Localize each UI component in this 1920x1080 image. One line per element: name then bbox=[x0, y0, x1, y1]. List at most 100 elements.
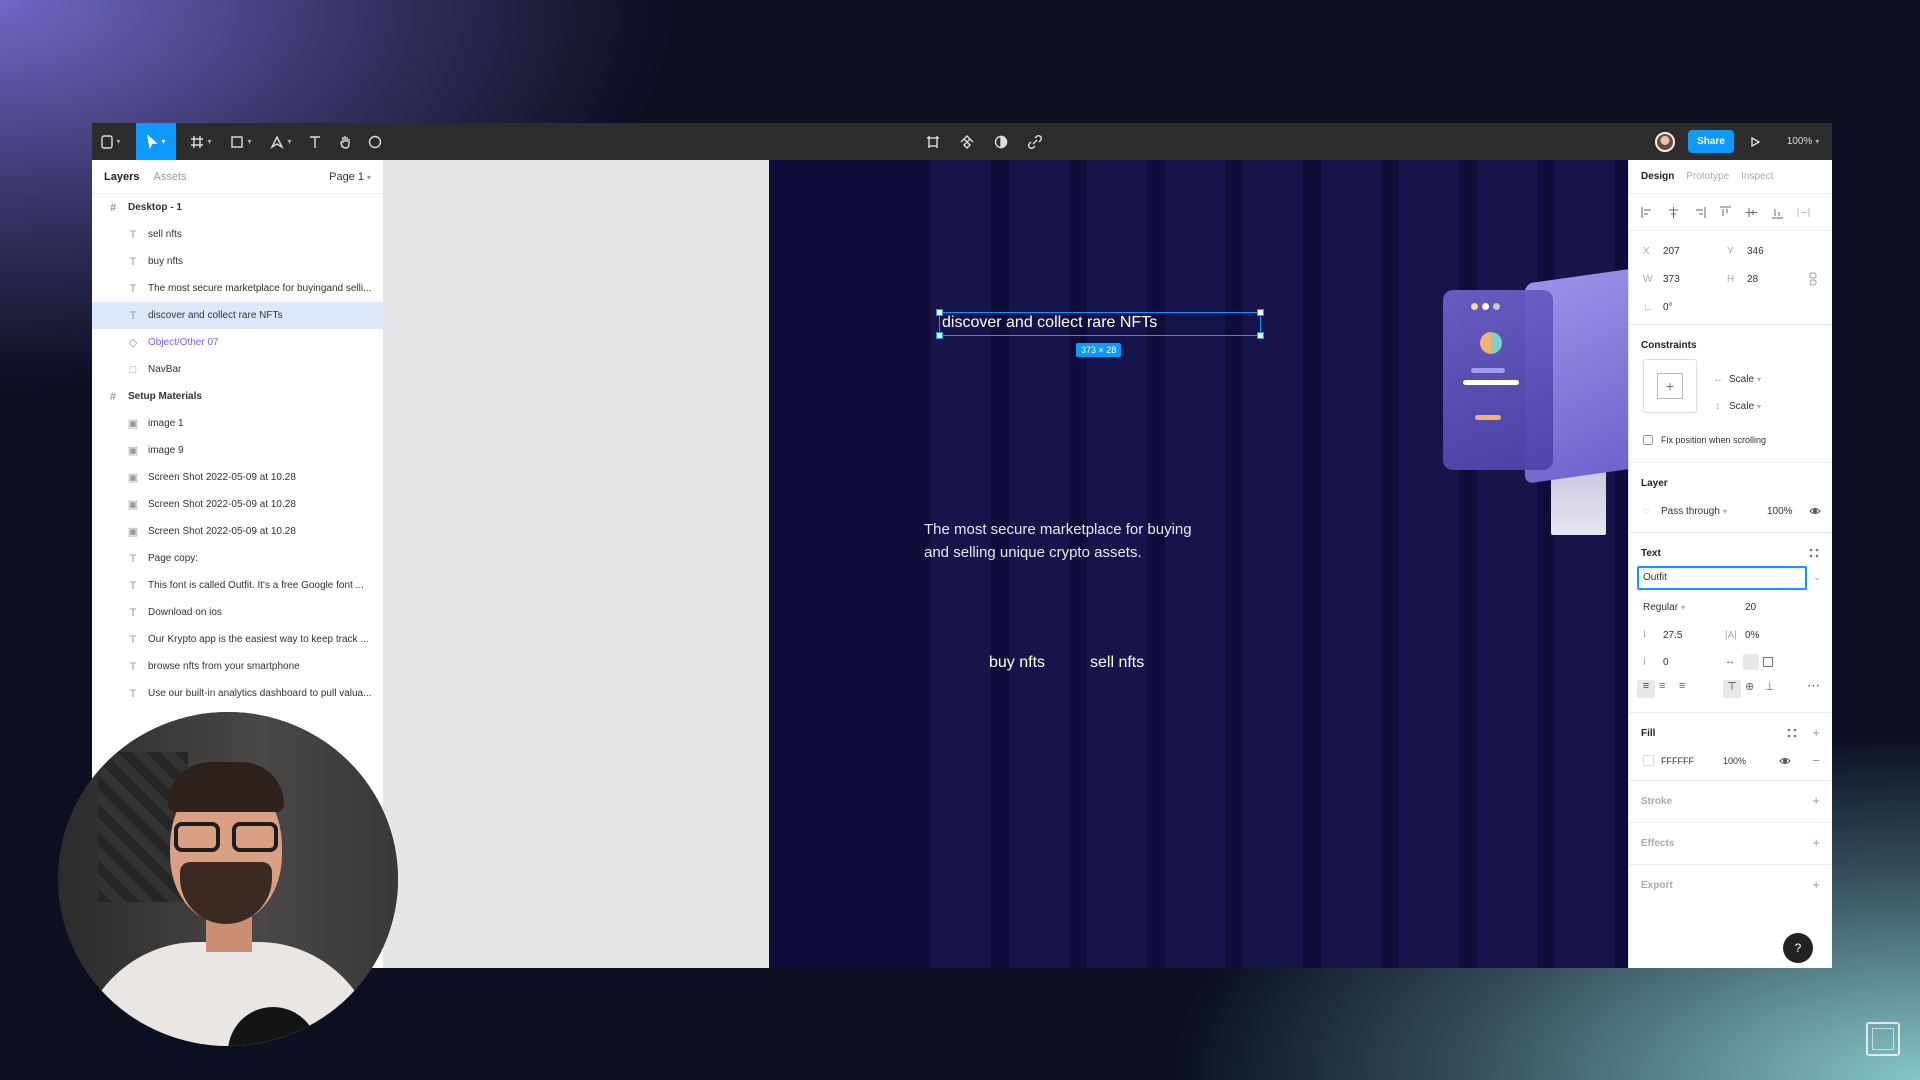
horizontal-constraint-select[interactable]: Scale ▾ bbox=[1729, 374, 1761, 385]
canvas-empty-area[interactable] bbox=[384, 160, 769, 968]
height-input[interactable]: 28 bbox=[1747, 274, 1758, 285]
y-input[interactable]: 346 bbox=[1747, 246, 1764, 257]
layer-item[interactable]: Tbuy nfts bbox=[92, 248, 384, 275]
fill-opacity-input[interactable]: 100% bbox=[1723, 756, 1746, 766]
resize-handle[interactable] bbox=[1257, 309, 1264, 316]
letter-spacing-input[interactable]: 0% bbox=[1745, 630, 1759, 641]
align-center-icon[interactable] bbox=[1667, 206, 1680, 219]
paragraph-spacing-input[interactable]: 0 bbox=[1663, 657, 1669, 668]
comment-tool-button[interactable] bbox=[362, 123, 388, 160]
layer-item[interactable]: ◇ Object/Other 07 bbox=[92, 329, 384, 356]
vertical-constraint-select[interactable]: Scale ▾ bbox=[1729, 401, 1761, 412]
align-text-left-icon[interactable]: ≡ bbox=[1637, 680, 1655, 698]
align-text-middle-icon[interactable]: ⊕ bbox=[1745, 680, 1754, 693]
tab-layers[interactable]: Layers bbox=[104, 171, 139, 183]
share-button[interactable]: Share bbox=[1688, 123, 1734, 160]
fill-styles-icon[interactable] bbox=[1787, 728, 1797, 738]
add-stroke-icon[interactable]: + bbox=[1812, 793, 1820, 808]
component-button[interactable] bbox=[954, 123, 980, 160]
layer-item[interactable]: ▣ Screen Shot 2022-05-09 at 10.28 bbox=[92, 518, 384, 545]
layer-item[interactable]: Tsell nfts bbox=[92, 221, 384, 248]
frame-tool-button[interactable]: ▾ bbox=[184, 123, 218, 160]
shape-tool-button[interactable]: ▾ bbox=[224, 123, 258, 160]
font-style-select[interactable]: Regular ▾ bbox=[1643, 602, 1685, 613]
blend-mode-select[interactable]: Pass through ▾ bbox=[1661, 506, 1727, 517]
mask-button[interactable] bbox=[988, 123, 1014, 160]
sell-nfts-text[interactable]: sell nfts bbox=[1090, 654, 1144, 672]
add-export-icon[interactable]: + bbox=[1812, 877, 1820, 892]
align-text-center-icon[interactable]: ≡ bbox=[1659, 680, 1665, 692]
line-height-input[interactable]: 27.5 bbox=[1663, 630, 1682, 641]
present-button[interactable] bbox=[1744, 123, 1766, 160]
constraints-widget[interactable]: + bbox=[1643, 359, 1697, 413]
layer-item[interactable]: T Use our built-in analytics dashboard to… bbox=[92, 680, 384, 707]
buy-nfts-text[interactable]: buy nfts bbox=[989, 654, 1045, 672]
layer-item[interactable]: ▣ Screen Shot 2022-05-09 at 10.28 bbox=[92, 464, 384, 491]
tab-inspect[interactable]: Inspect bbox=[1741, 171, 1773, 182]
text-tool-button[interactable] bbox=[302, 123, 328, 160]
layer-item[interactable]: Tdiscover and collect rare NFTs bbox=[92, 302, 384, 329]
crop-button[interactable] bbox=[920, 123, 946, 160]
align-text-right-icon[interactable]: ≡ bbox=[1679, 680, 1685, 692]
computer-illustration[interactable] bbox=[1443, 268, 1628, 560]
layer-item[interactable]: T Our Krypto app is the easiest way to ke… bbox=[92, 626, 384, 653]
more-options-icon[interactable]: ⋯ bbox=[1807, 678, 1820, 694]
layer-item[interactable]: T Page copy: bbox=[92, 545, 384, 572]
user-avatar[interactable] bbox=[1651, 123, 1679, 160]
link-button[interactable] bbox=[1022, 123, 1048, 160]
layer-item[interactable]: # Setup Materials bbox=[92, 383, 384, 410]
layer-item[interactable]: T Download on ios bbox=[92, 599, 384, 626]
zoom-dropdown[interactable]: 100% ▾ bbox=[1782, 123, 1824, 160]
resize-handle[interactable] bbox=[936, 309, 943, 316]
headline-selection[interactable]: discover and collect rare NFTs bbox=[936, 309, 1264, 339]
layer-item[interactable]: ▣ image 9 bbox=[92, 437, 384, 464]
figma-menu-button[interactable]: ▾ bbox=[96, 123, 126, 160]
layer-item[interactable]: T The most secure marketplace for buyinga… bbox=[92, 275, 384, 302]
layer-item[interactable]: ▣ Screen Shot 2022-05-09 at 10.28 bbox=[92, 491, 384, 518]
align-bottom-icon[interactable] bbox=[1771, 206, 1784, 219]
align-text-bottom-icon[interactable]: ⊥ bbox=[1765, 680, 1775, 693]
desktop-frame[interactable]: discover and collect rare NFTs 373 × 28 … bbox=[769, 160, 1628, 968]
hero-subtitle[interactable]: The most secure marketplace for buying a… bbox=[924, 518, 1254, 564]
remove-fill-icon[interactable]: − bbox=[1812, 753, 1820, 768]
tab-design[interactable]: Design bbox=[1641, 171, 1674, 182]
align-text-top-icon[interactable]: ⊤ bbox=[1723, 680, 1741, 698]
pen-tool-button[interactable]: ▾ bbox=[264, 123, 298, 160]
layer-item[interactable]: Tbrowse nfts from your smartphone bbox=[92, 653, 384, 680]
tab-assets[interactable]: Assets bbox=[153, 171, 186, 183]
fix-position-checkbox[interactable] bbox=[1643, 435, 1653, 445]
resize-handle[interactable] bbox=[936, 332, 943, 339]
tab-prototype[interactable]: Prototype bbox=[1686, 171, 1729, 182]
layer-item[interactable]: ▣ image 1 bbox=[92, 410, 384, 437]
align-top-icon[interactable] bbox=[1719, 206, 1732, 219]
eye-icon[interactable] bbox=[1809, 506, 1821, 516]
rotation-input[interactable]: 0° bbox=[1663, 302, 1673, 313]
text-styles-icon[interactable] bbox=[1809, 548, 1819, 558]
layer-opacity-input[interactable]: 100% bbox=[1767, 506, 1793, 517]
eye-icon[interactable] bbox=[1779, 756, 1791, 766]
page-selector[interactable]: Page 1 ▾ bbox=[329, 171, 371, 183]
align-middle-icon[interactable] bbox=[1745, 206, 1758, 219]
layer-item[interactable]: # Desktop - 1 bbox=[92, 194, 384, 221]
x-input[interactable]: 207 bbox=[1663, 246, 1680, 257]
layer-item[interactable]: □ NavBar bbox=[92, 356, 384, 383]
auto-width-icon[interactable]: ↔ bbox=[1725, 656, 1735, 667]
add-effect-icon[interactable]: + bbox=[1812, 835, 1820, 850]
hand-tool-button[interactable] bbox=[332, 123, 358, 160]
resize-handle[interactable] bbox=[1257, 332, 1264, 339]
fill-swatch[interactable] bbox=[1643, 755, 1654, 766]
chevron-down-icon[interactable]: ⌄ bbox=[1813, 572, 1821, 583]
font-size-input[interactable]: 20 bbox=[1745, 602, 1756, 613]
add-fill-icon[interactable]: + bbox=[1812, 725, 1820, 740]
help-button[interactable]: ? bbox=[1783, 933, 1813, 963]
move-tool-button[interactable]: ▾ bbox=[136, 123, 176, 160]
align-right-icon[interactable] bbox=[1693, 206, 1706, 219]
fixed-size-icon[interactable] bbox=[1763, 657, 1773, 667]
width-input[interactable]: 373 bbox=[1663, 274, 1680, 285]
align-left-icon[interactable] bbox=[1641, 206, 1654, 219]
layer-item[interactable]: T This font is called Outfit. It's a free… bbox=[92, 572, 384, 599]
fill-hex-input[interactable]: FFFFFF bbox=[1661, 756, 1694, 766]
font-family-input[interactable]: Outfit bbox=[1637, 566, 1807, 590]
distribute-icon[interactable] bbox=[1797, 206, 1810, 219]
auto-height-icon[interactable] bbox=[1743, 654, 1759, 670]
